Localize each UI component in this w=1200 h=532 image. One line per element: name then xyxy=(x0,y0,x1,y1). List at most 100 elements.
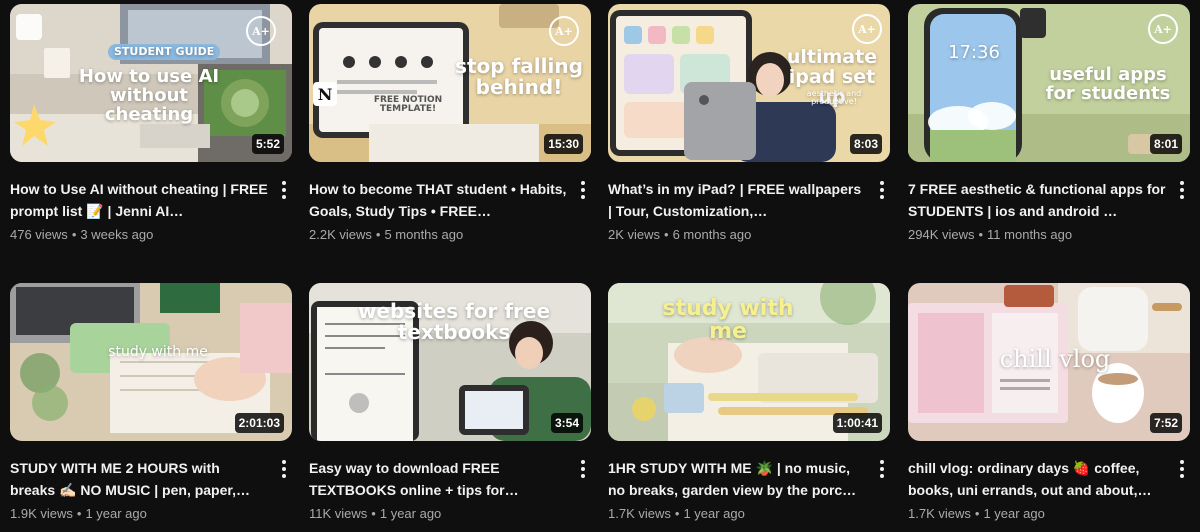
thumbnail-tag: FREE NOTION TEMPLATE! xyxy=(373,95,443,115)
video-thumbnail[interactable]: study with me 2:01:03 xyxy=(10,283,292,441)
video-meta: 1HR STUDY WITH ME 🪴 | no music, no break… xyxy=(608,441,890,523)
video-card[interactable]: websites for free textbooks 3:54 Easy wa… xyxy=(309,283,591,523)
view-count: 476 views xyxy=(10,227,68,242)
more-actions-button[interactable] xyxy=(872,178,892,202)
upload-age: 1 year ago xyxy=(85,506,147,521)
kebab-dot xyxy=(880,188,884,192)
upload-age: 3 weeks ago xyxy=(80,227,154,242)
view-count: 2.2K views xyxy=(309,227,372,242)
video-card[interactable]: N A+ stop falling behind! FREE NOTION TE… xyxy=(309,4,591,244)
upload-age: 1 year ago xyxy=(379,506,442,521)
kebab-dot xyxy=(282,181,286,185)
video-thumbnail[interactable]: 17:36 A+ useful apps for students 8:01 xyxy=(908,4,1190,162)
kebab-dot xyxy=(282,188,286,192)
separator-dot: • xyxy=(978,227,984,242)
kebab-dot xyxy=(1180,181,1184,185)
kebab-dot xyxy=(282,467,286,471)
video-meta: How to Use AI without cheating | FREE pr… xyxy=(10,162,292,244)
more-actions-button[interactable] xyxy=(274,178,294,202)
video-meta: What’s in my iPad? | FREE wallpapers | T… xyxy=(608,162,890,244)
video-card[interactable]: study with me 2:01:03 STUDY WITH ME 2 HO… xyxy=(10,283,292,523)
video-meta: 7 FREE aesthetic & functional apps for S… xyxy=(908,162,1190,244)
separator-dot: • xyxy=(71,227,77,242)
more-actions-button[interactable] xyxy=(573,457,593,481)
upload-age: 1 year ago xyxy=(983,506,1045,521)
kebab-dot xyxy=(1180,460,1184,464)
video-meta: STUDY WITH ME 2 HOURS with breaks ✍🏻 NO … xyxy=(10,441,292,523)
upload-age: 11 months ago xyxy=(987,227,1073,242)
video-title[interactable]: chill vlog: ordinary days 🍓 coffee, book… xyxy=(908,457,1166,501)
kebab-dot xyxy=(880,195,884,199)
video-title[interactable]: 7 FREE aesthetic & functional apps for S… xyxy=(908,178,1166,222)
thumbnail-text: useful apps for students xyxy=(1045,64,1171,104)
more-actions-button[interactable] xyxy=(1172,178,1192,202)
video-card[interactable]: study with me 1:00:41 1HR STUDY WITH ME … xyxy=(608,283,890,523)
duration-badge: 1:00:41 xyxy=(832,413,882,433)
video-title[interactable]: What’s in my iPad? | FREE wallpapers | T… xyxy=(608,178,866,222)
thumbnail-text: study with me xyxy=(108,344,208,360)
kebab-dot xyxy=(581,460,585,464)
view-count: 1.9K views xyxy=(10,506,73,521)
video-thumbnail[interactable]: websites for free textbooks 3:54 xyxy=(309,283,591,441)
video-card[interactable]: 17:36 A+ useful apps for students 8:01 7… xyxy=(908,4,1190,244)
video-title[interactable]: How to become THAT student • Habits, Goa… xyxy=(309,178,567,222)
more-actions-button[interactable] xyxy=(1172,457,1192,481)
view-count: 1.7K views xyxy=(608,506,671,521)
kebab-dot xyxy=(1180,467,1184,471)
duration-badge: 8:03 xyxy=(849,134,882,154)
more-actions-button[interactable] xyxy=(872,457,892,481)
upload-age: 5 months ago xyxy=(384,227,464,242)
upload-age: 6 months ago xyxy=(672,227,752,242)
channel-logo-icon: A+ xyxy=(1148,14,1178,44)
video-stats: 476 views • 3 weeks ago xyxy=(10,226,268,244)
video-card[interactable]: A+ ultimate ipad set up aesthetic and pr… xyxy=(608,4,890,244)
kebab-dot xyxy=(581,474,585,478)
kebab-dot xyxy=(581,188,585,192)
duration-badge: 8:01 xyxy=(1149,134,1182,154)
video-meta: Easy way to download FREE TEXTBOOKS onli… xyxy=(309,441,591,523)
video-thumbnail[interactable]: N A+ stop falling behind! FREE NOTION TE… xyxy=(309,4,591,162)
video-stats: 1.9K views • 1 year ago xyxy=(10,505,268,523)
channel-logo-icon: A+ xyxy=(246,16,276,46)
more-actions-button[interactable] xyxy=(274,457,294,481)
kebab-dot xyxy=(880,181,884,185)
video-thumbnail[interactable]: A+ ultimate ipad set up aesthetic and pr… xyxy=(608,4,890,162)
duration-badge: 3:54 xyxy=(550,413,583,433)
video-thumbnail[interactable]: STUDENT GUIDE A+ How to use AI without c… xyxy=(10,4,292,162)
kebab-dot xyxy=(282,195,286,199)
separator-dot: • xyxy=(371,506,376,521)
thumbnail-text: study with me xyxy=(662,296,794,345)
separator-dot: • xyxy=(76,506,82,521)
video-thumbnail[interactable]: study with me 1:00:41 xyxy=(608,283,890,441)
thumbnail-tag: aesthetic and productive! xyxy=(806,89,862,107)
kebab-dot xyxy=(581,467,585,471)
thumbnail-clock: 17:36 xyxy=(948,42,1000,63)
duration-badge: 15:30 xyxy=(544,134,583,154)
separator-dot: • xyxy=(664,227,669,242)
video-title[interactable]: STUDY WITH ME 2 HOURS with breaks ✍🏻 NO … xyxy=(10,457,268,501)
video-thumbnail[interactable]: chill vlog 7:52 xyxy=(908,283,1190,441)
separator-dot: • xyxy=(974,506,980,521)
thumbnail-text: stop falling behind! xyxy=(455,54,583,99)
video-title[interactable]: Easy way to download FREE TEXTBOOKS onli… xyxy=(309,457,567,501)
view-count: 294K views xyxy=(908,227,975,242)
duration-badge: 7:52 xyxy=(1149,413,1182,433)
upload-age: 1 year ago xyxy=(683,506,745,521)
video-card[interactable]: chill vlog 7:52 chill vlog: ordinary day… xyxy=(908,283,1190,523)
duration-badge: 5:52 xyxy=(251,134,284,154)
more-actions-button[interactable] xyxy=(573,178,593,202)
video-title[interactable]: How to Use AI without cheating | FREE pr… xyxy=(10,178,268,222)
kebab-dot xyxy=(1180,195,1184,199)
thumbnail-tag: STUDENT GUIDE xyxy=(108,44,221,60)
video-stats: 1.7K views • 1 year ago xyxy=(608,505,866,523)
view-count: 1.7K views xyxy=(908,506,971,521)
kebab-dot xyxy=(581,195,585,199)
video-title[interactable]: 1HR STUDY WITH ME 🪴 | no music, no break… xyxy=(608,457,866,501)
video-card[interactable]: STUDENT GUIDE A+ How to use AI without c… xyxy=(10,4,292,244)
video-meta: How to become THAT student • Habits, Goa… xyxy=(309,162,591,244)
thumbnail-text: chill vlog xyxy=(999,345,1111,373)
thumbnail-text: How to use AI without cheating xyxy=(78,66,220,125)
kebab-dot xyxy=(880,467,884,471)
video-stats: 1.7K views • 1 year ago xyxy=(908,505,1166,523)
kebab-dot xyxy=(1180,188,1184,192)
